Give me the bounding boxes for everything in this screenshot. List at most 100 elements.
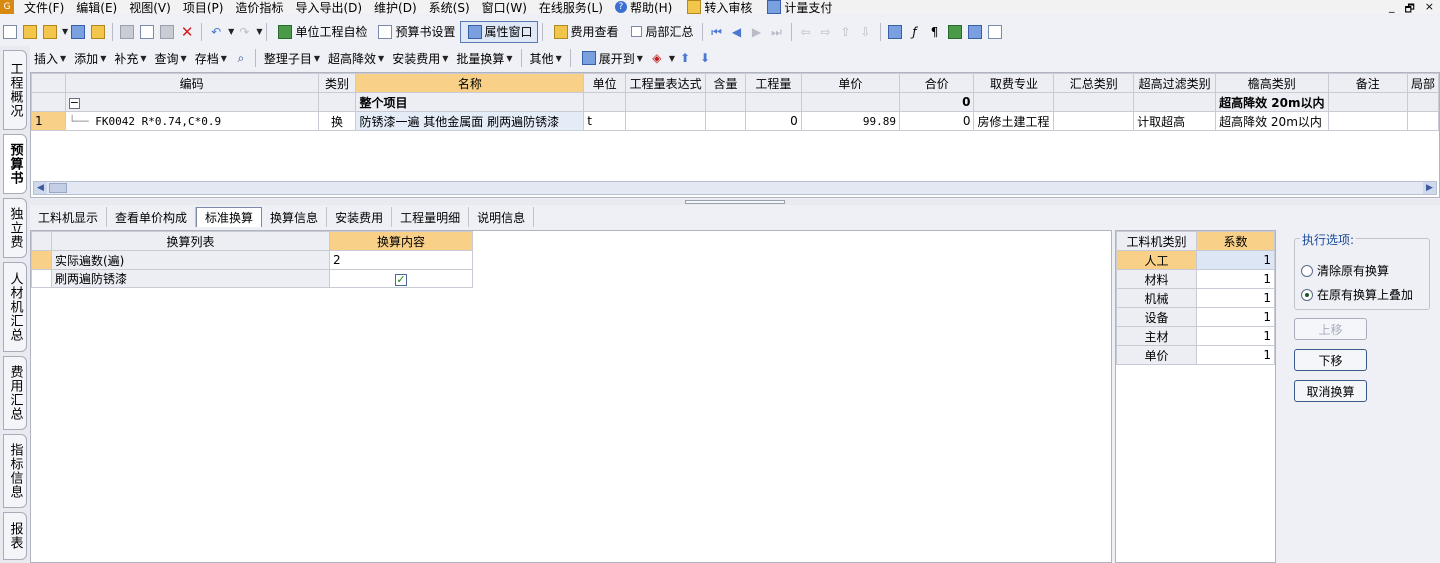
- paint-bucket-icon[interactable]: ◈: [650, 51, 664, 65]
- new-project-icon[interactable]: [23, 24, 37, 39]
- header-remark[interactable]: 备注: [1327, 73, 1408, 93]
- two-coats-checkbox[interactable]: ✓: [395, 273, 407, 286]
- coef-value[interactable]: 1: [1196, 307, 1275, 327]
- arrow-up-icon[interactable]: ⬆: [678, 51, 692, 65]
- splitter-grip[interactable]: [685, 200, 785, 204]
- table-row[interactable]: 人工 1: [1116, 250, 1275, 270]
- header-quantity[interactable]: 工程量: [744, 73, 802, 93]
- printer-icon[interactable]: [967, 24, 982, 39]
- folder-icon[interactable]: [91, 24, 106, 39]
- undo-dropdown-icon[interactable]: ▼: [228, 27, 234, 36]
- header-code[interactable]: 编码: [64, 73, 319, 93]
- tab-index-info[interactable]: 指标信息: [3, 434, 27, 508]
- cell-name[interactable]: 防锈漆一遍 其他金属面 刷两遍防锈漆: [355, 111, 585, 131]
- cell-remark[interactable]: [1327, 92, 1408, 112]
- cell-expression[interactable]: [625, 92, 707, 112]
- fee-view-button[interactable]: 费用查看: [547, 21, 623, 43]
- cell-row-number[interactable]: 1: [31, 111, 66, 131]
- cancel-conversion-button[interactable]: 取消换算: [1294, 380, 1367, 402]
- header-expression[interactable]: 工程量表达式: [625, 73, 707, 93]
- cell-partial[interactable]: [1406, 111, 1440, 131]
- paste-icon[interactable]: [160, 24, 175, 39]
- coef-value[interactable]: 1: [1196, 288, 1275, 308]
- header-partial[interactable]: 局部: [1406, 73, 1440, 93]
- menu-import-export[interactable]: 导入导出(D): [295, 0, 362, 16]
- collapse-toggle-icon[interactable]: −: [68, 97, 80, 109]
- open-folder-icon[interactable]: [43, 24, 57, 39]
- menu-window[interactable]: 窗口(W): [482, 0, 527, 16]
- new-file-icon[interactable]: [3, 24, 17, 39]
- cell-expression[interactable]: [625, 111, 707, 131]
- cell-quantity[interactable]: 0: [744, 111, 802, 131]
- formula-icon[interactable]: ƒ: [908, 25, 922, 39]
- menu-file[interactable]: 文件(F): [24, 0, 64, 16]
- coef-value[interactable]: 1: [1196, 326, 1275, 346]
- cell-unit[interactable]: t: [583, 111, 627, 131]
- tab-report[interactable]: 报表: [3, 512, 27, 560]
- coats-input[interactable]: 2: [329, 250, 473, 270]
- partial-summary-checkbox[interactable]: [630, 26, 642, 37]
- tab-install-fee[interactable]: 安装费用: [327, 207, 393, 227]
- cell-fee-major[interactable]: 房修土建工程: [973, 111, 1055, 131]
- insert-button[interactable]: 插入 ▼: [30, 47, 70, 69]
- tab-independent-fee[interactable]: 独立费: [3, 198, 27, 258]
- undo-icon[interactable]: ↶: [209, 25, 223, 39]
- organize-button[interactable]: 整理子目 ▼: [260, 47, 324, 69]
- cell-eave-type[interactable]: 超高降效 20m以内: [1215, 111, 1329, 131]
- cell-unit-price[interactable]: [800, 92, 901, 112]
- cell-content[interactable]: [705, 92, 746, 112]
- header-unit-price[interactable]: 单价: [800, 73, 901, 93]
- cube-icon[interactable]: [947, 24, 962, 39]
- list-item[interactable]: 实际遍数(遍) 2: [31, 250, 473, 270]
- prev-icon[interactable]: ◀: [730, 25, 744, 39]
- panel-splitter[interactable]: [30, 199, 1440, 205]
- save-icon[interactable]: [71, 24, 86, 39]
- add-button[interactable]: 添加 ▼: [70, 47, 110, 69]
- table-row[interactable]: 主材 1: [1116, 326, 1275, 346]
- tab-standard-conversion[interactable]: 标准换算: [196, 207, 263, 227]
- calculator-icon[interactable]: [887, 24, 902, 39]
- header-summary-type[interactable]: 汇总类别: [1053, 73, 1135, 93]
- move-down-button[interactable]: 下移: [1294, 349, 1367, 371]
- cell-fee-major[interactable]: [973, 92, 1055, 112]
- menu-pay[interactable]: 计量支付: [764, 0, 832, 16]
- cell-summary-type[interactable]: [1053, 92, 1135, 112]
- tab-budget-book[interactable]: 预算书: [3, 134, 27, 194]
- overlay-conversion-radio[interactable]: 在原有换算上叠加: [1301, 286, 1413, 303]
- cell-high-filter[interactable]: 计取超高: [1133, 111, 1217, 131]
- clear-conversion-radio[interactable]: 清除原有换算: [1301, 262, 1389, 279]
- scroll-right-icon[interactable]: ▶: [1423, 182, 1436, 194]
- self-check-button[interactable]: 单位工程自检: [271, 21, 371, 43]
- property-window-button[interactable]: 属性窗口: [459, 20, 538, 43]
- paragraph-icon[interactable]: ¶: [928, 25, 942, 39]
- radio-icon[interactable]: [1301, 264, 1313, 277]
- cell-quantity[interactable]: [744, 92, 802, 112]
- tab-conversion-info[interactable]: 换算信息: [262, 207, 328, 227]
- table-row[interactable]: 1 └── FK0042 R*0.74,C*0.9 换 防锈漆一遍 其他金属面 …: [31, 111, 1440, 131]
- tab-description[interactable]: 说明信息: [469, 207, 535, 227]
- cell-eave-type[interactable]: 超高降效 20m以内: [1215, 92, 1329, 112]
- batch-convert-button[interactable]: 批量换算 ▼: [452, 47, 516, 69]
- restore-button[interactable]: 🗗: [1404, 0, 1414, 15]
- cell-type[interactable]: [317, 92, 357, 112]
- header-fee-major[interactable]: 取费专业: [973, 73, 1055, 93]
- install-fee-button[interactable]: 安装费用 ▼: [388, 47, 452, 69]
- cell-code[interactable]: −: [64, 92, 319, 112]
- save-archive-button[interactable]: 存档 ▼: [191, 47, 231, 69]
- scroll-thumb[interactable]: [49, 183, 67, 193]
- cell-name[interactable]: 整个项目: [355, 92, 585, 112]
- menu-online[interactable]: 在线服务(L): [539, 0, 603, 16]
- list-item[interactable]: 刷两遍防锈漆 ✓: [31, 269, 473, 288]
- table-row[interactable]: 机械 1: [1116, 288, 1275, 308]
- table-row[interactable]: 设备 1: [1116, 307, 1275, 327]
- query-button[interactable]: 查询 ▼: [151, 47, 191, 69]
- menu-project[interactable]: 项目(P): [183, 0, 224, 16]
- minimize-button[interactable]: _: [1389, 0, 1395, 14]
- horizontal-scrollbar[interactable]: ◀ ▶: [33, 181, 1437, 195]
- supplement-button[interactable]: 补充 ▼: [110, 47, 150, 69]
- coef-value[interactable]: 1: [1196, 345, 1275, 365]
- menu-maintain[interactable]: 维护(D): [374, 0, 417, 16]
- cell-total[interactable]: 0: [899, 92, 975, 112]
- tab-quantity-detail[interactable]: 工程量明细: [392, 207, 470, 227]
- header-content[interactable]: 含量: [705, 73, 746, 93]
